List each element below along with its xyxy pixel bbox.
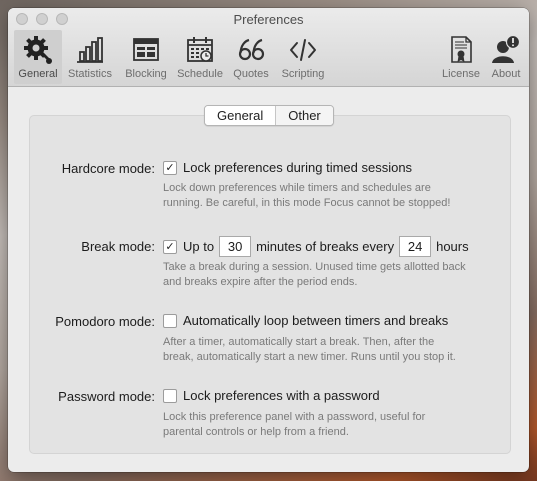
pomodoro-help-text: After a timer, automatically start a bre… [163, 335, 503, 365]
hardcore-help-line-1: Lock down preferences while timers and s… [163, 182, 431, 194]
checkbox-unchecked-icon[interactable] [163, 313, 177, 328]
toolbar-label-statistics: Statistics [67, 68, 112, 80]
pomodoro-mode-label: Pomodoro mode: [55, 314, 155, 329]
break-help-line-2: and breaks expire after the period ends. [163, 276, 358, 288]
hardcore-mode-label: Hardcore mode: [61, 161, 155, 176]
password-help-line-1: Lock this preference panel with a passwo… [163, 411, 426, 423]
toolbar-item-statistics[interactable]: Statistics [64, 30, 116, 84]
password-mode-label: Password mode: [58, 389, 155, 404]
toolbar-label-about: About [491, 68, 521, 80]
toolbar: Preferences General Statistics Blocking … [8, 8, 529, 87]
break-text-minutes: minutes of breaks every [256, 239, 395, 254]
break-text-upto: Up to [183, 239, 215, 254]
toolbar-item-scripting[interactable]: Scripting [276, 30, 330, 84]
preferences-window: Preferences General Statistics Blocking … [8, 8, 529, 472]
toolbar-item-general[interactable]: General [14, 30, 62, 84]
pomodoro-mode-checkbox[interactable]: Automatically loop between timers and br… [163, 313, 448, 328]
password-help-line-2: parental controls or help from a friend. [163, 426, 349, 438]
window-title: Preferences [233, 12, 304, 27]
break-help-text: Take a break during a session. Unused ti… [163, 260, 503, 290]
toolbar-label-scripting: Scripting [281, 68, 325, 80]
hardcore-help-text: Lock down preferences while timers and s… [163, 181, 503, 211]
code-icon [286, 33, 320, 67]
general-panel: Hardcore mode: ✓ Lock preferences during… [29, 115, 511, 454]
break-hours-field[interactable]: 24 [399, 236, 432, 257]
certificate-icon [444, 33, 478, 67]
hardcore-help-line-2: running. Be careful, in this mode Focus … [163, 197, 451, 209]
break-text-hours: hours [436, 239, 469, 254]
toolbar-label-blocking: Blocking [125, 68, 167, 80]
calendar-icon [183, 33, 217, 67]
break-minutes-field[interactable]: 30 [219, 236, 252, 257]
break-help-line-1: Take a break during a session. Unused ti… [163, 261, 466, 273]
toolbar-item-license[interactable]: License [438, 30, 484, 84]
checkbox-unchecked-icon[interactable] [163, 388, 177, 403]
gear-icon [21, 33, 55, 67]
password-mode-checkbox[interactable]: Lock preferences with a password [163, 388, 380, 403]
pomodoro-help-line-2: break, automatically start a new timer. … [163, 351, 456, 363]
password-help-text: Lock this preference panel with a passwo… [163, 410, 503, 440]
tab-control: General Other [204, 105, 334, 126]
checkbox-checked-icon[interactable]: ✓ [163, 160, 177, 175]
break-mode-label: Break mode: [81, 239, 155, 254]
toolbar-item-blocking[interactable]: Blocking [120, 30, 172, 84]
pomodoro-help-line-1: After a timer, automatically start a bre… [163, 336, 435, 348]
toolbar-label-license: License [442, 68, 480, 80]
tab-general[interactable]: General [205, 106, 277, 125]
blocking-window-icon [129, 33, 163, 67]
toolbar-item-quotes[interactable]: Quotes [228, 30, 274, 84]
toolbar-label-general: General [18, 68, 58, 80]
pomodoro-checkbox-label: Automatically loop between timers and br… [183, 313, 449, 328]
password-checkbox-label: Lock preferences with a password [183, 388, 380, 403]
checkbox-checked-icon[interactable]: ✓ [163, 239, 177, 254]
toolbar-label-schedule: Schedule [177, 68, 223, 80]
toolbar-label-quotes: Quotes [233, 68, 269, 80]
toolbar-item-about[interactable]: About [486, 30, 526, 84]
bar-chart-icon [73, 33, 107, 67]
break-mode-control: ✓ Up to 30 minutes of breaks every 24 ho… [163, 236, 469, 257]
person-info-icon [489, 33, 523, 67]
quote-icon [234, 33, 268, 67]
tab-other[interactable]: Other [276, 106, 333, 125]
hardcore-mode-checkbox[interactable]: ✓ Lock preferences during timed sessions [163, 160, 412, 175]
toolbar-item-schedule[interactable]: Schedule [174, 30, 226, 84]
hardcore-checkbox-label: Lock preferences during timed sessions [183, 160, 413, 175]
preferences-content: General Other Hardcore mode: ✓ Lock pref… [8, 87, 529, 472]
